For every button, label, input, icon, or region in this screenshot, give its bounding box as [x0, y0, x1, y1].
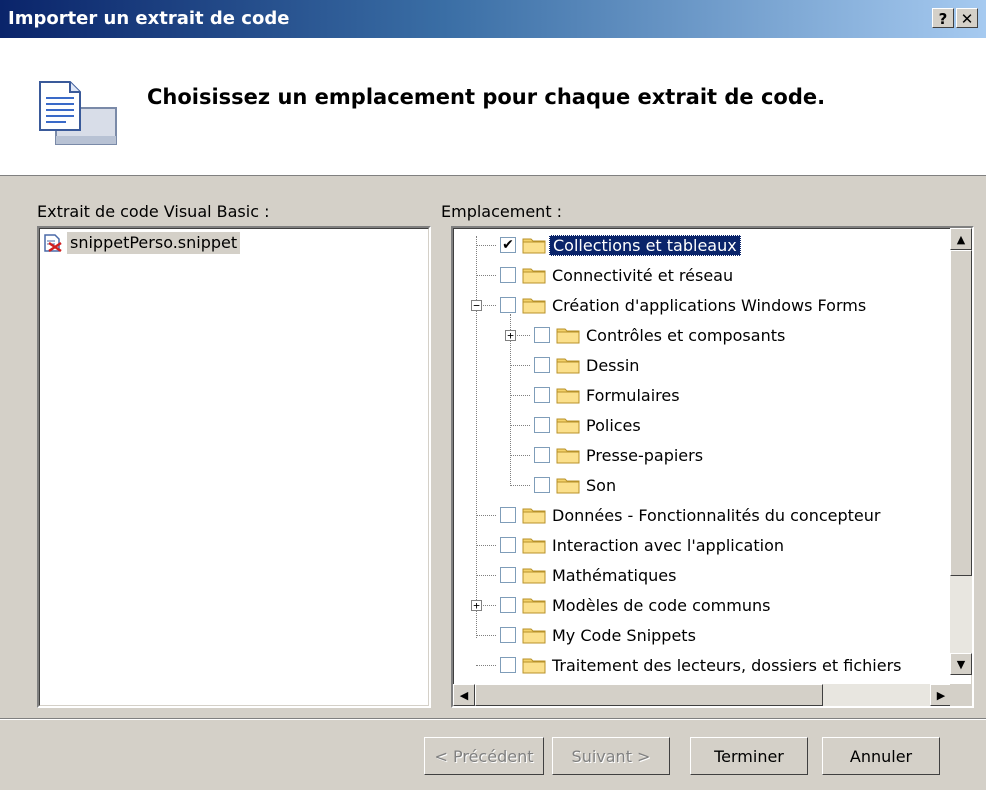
checkbox[interactable]	[500, 597, 516, 613]
checkbox[interactable]	[534, 477, 550, 493]
checkbox[interactable]	[534, 327, 550, 343]
expand-toggle-icon[interactable]: +	[505, 330, 516, 341]
tree-item-label: Son	[586, 475, 617, 495]
location-label: Emplacement :	[441, 202, 563, 221]
tree-item-formulaires[interactable]: Formulaires	[534, 380, 680, 410]
folder-icon	[522, 568, 546, 584]
cancel-button[interactable]: Annuler	[822, 737, 940, 775]
tree-item-label: Mathématiques	[552, 565, 677, 585]
checkbox[interactable]	[500, 567, 516, 583]
folder-icon	[522, 628, 546, 644]
tree-item-label: Contrôles et composants	[586, 325, 786, 345]
snippet-list[interactable]: snippetPerso.snippet	[37, 226, 431, 708]
vertical-scrollbar[interactable]: ▲ ▼	[950, 228, 972, 675]
list-item[interactable]: snippetPerso.snippet	[43, 232, 241, 254]
tree-item-label: Polices	[586, 415, 641, 435]
separator	[0, 718, 986, 720]
tree-item-interaction[interactable]: Interaction avec l'application	[500, 530, 784, 560]
list-item-label: snippetPerso.snippet	[67, 232, 241, 254]
scroll-right-icon[interactable]: ▶	[930, 684, 952, 706]
folder-icon	[522, 538, 546, 554]
folder-icon	[556, 448, 580, 464]
tree-item-label: Modèles de code communs	[552, 595, 771, 615]
folder-icon	[522, 268, 546, 284]
header-title: Choisissez un emplacement pour chaque ex…	[147, 85, 826, 109]
checkbox[interactable]	[500, 627, 516, 643]
wizard-header: Choisissez un emplacement pour chaque ex…	[0, 38, 986, 176]
tree-item-son[interactable]: Son	[534, 470, 616, 500]
tree-item-traitement[interactable]: Traitement des lecteurs, dossiers et fic…	[500, 650, 901, 680]
title-bar: Importer un extrait de code ? ✕	[0, 0, 986, 38]
scroll-left-icon[interactable]: ◀	[453, 684, 475, 706]
tree-item-mathematiques[interactable]: Mathématiques	[500, 560, 676, 590]
tree-item-label: Traitement des lecteurs, dossiers et fic…	[552, 655, 902, 675]
scroll-up-icon[interactable]: ▲	[950, 228, 972, 250]
tree-item-windows-forms[interactable]: Création d'applications Windows Forms	[500, 290, 866, 320]
tree-item-label: Formulaires	[586, 385, 680, 405]
tree-item-donnees[interactable]: Données - Fonctionnalités du concepteur	[500, 500, 880, 530]
checkbox[interactable]	[500, 537, 516, 553]
folder-icon	[556, 478, 580, 494]
tree-item-connectivite[interactable]: Connectivité et réseau	[500, 260, 733, 290]
checkbox[interactable]	[500, 507, 516, 523]
tree-item-controles[interactable]: Contrôles et composants	[534, 320, 785, 350]
snippet-file-icon	[44, 234, 62, 253]
snippet-document-icon	[39, 81, 117, 145]
folder-icon	[522, 658, 546, 674]
tree-item-label: Dessin	[586, 355, 640, 375]
tree-item-collections[interactable]: ✔ Collections et tableaux	[500, 230, 741, 260]
close-button[interactable]: ✕	[956, 8, 978, 28]
folder-icon	[522, 238, 546, 254]
checkbox[interactable]	[534, 447, 550, 463]
expand-toggle-icon[interactable]: +	[471, 600, 482, 611]
folder-icon	[522, 298, 546, 314]
window-title: Importer un extrait de code	[8, 8, 290, 29]
folder-icon	[556, 418, 580, 434]
tree-item-label: My Code Snippets	[552, 625, 696, 645]
tree-item-dessin[interactable]: Dessin	[534, 350, 639, 380]
folder-icon	[522, 508, 546, 524]
tree-item-label: Interaction avec l'application	[552, 535, 784, 555]
checkbox[interactable]	[500, 657, 516, 673]
scroll-down-icon[interactable]: ▼	[950, 653, 972, 675]
tree-item-polices[interactable]: Polices	[534, 410, 641, 440]
snippet-list-label: Extrait de code Visual Basic :	[37, 202, 270, 221]
location-tree[interactable]: − + + ✔ Collections et tableaux Connecti…	[451, 226, 974, 708]
checkbox[interactable]	[500, 297, 516, 313]
scroll-thumb[interactable]	[950, 250, 972, 576]
tree-item-label: Collections et tableaux	[549, 234, 741, 256]
checkbox[interactable]	[534, 417, 550, 433]
tree-item-presse-papiers[interactable]: Presse-papiers	[534, 440, 703, 470]
checkbox[interactable]: ✔	[500, 237, 516, 253]
horizontal-scrollbar[interactable]: ◀ ▶	[453, 684, 952, 706]
folder-icon	[556, 388, 580, 404]
checkbox[interactable]	[500, 267, 516, 283]
checkbox[interactable]	[534, 357, 550, 373]
next-button[interactable]: Suivant >	[552, 737, 670, 775]
tree-item-modeles[interactable]: Modèles de code communs	[500, 590, 770, 620]
tree-item-label: Données - Fonctionnalités du concepteur	[552, 505, 881, 525]
tree-item-label: Connectivité et réseau	[552, 265, 734, 285]
folder-icon	[556, 328, 580, 344]
folder-icon	[556, 358, 580, 374]
scroll-corner	[950, 684, 972, 706]
tree-item-my-code-snippets[interactable]: My Code Snippets	[500, 620, 696, 650]
previous-button[interactable]: < Précédent	[424, 737, 544, 775]
tree-item-label: Presse-papiers	[586, 445, 704, 465]
tree-item-label: Création d'applications Windows Forms	[552, 295, 867, 315]
collapse-toggle-icon[interactable]: −	[471, 300, 482, 311]
help-button[interactable]: ?	[932, 8, 954, 28]
folder-icon	[522, 598, 546, 614]
finish-button[interactable]: Terminer	[690, 737, 808, 775]
scroll-thumb[interactable]	[475, 684, 823, 706]
checkbox[interactable]	[534, 387, 550, 403]
